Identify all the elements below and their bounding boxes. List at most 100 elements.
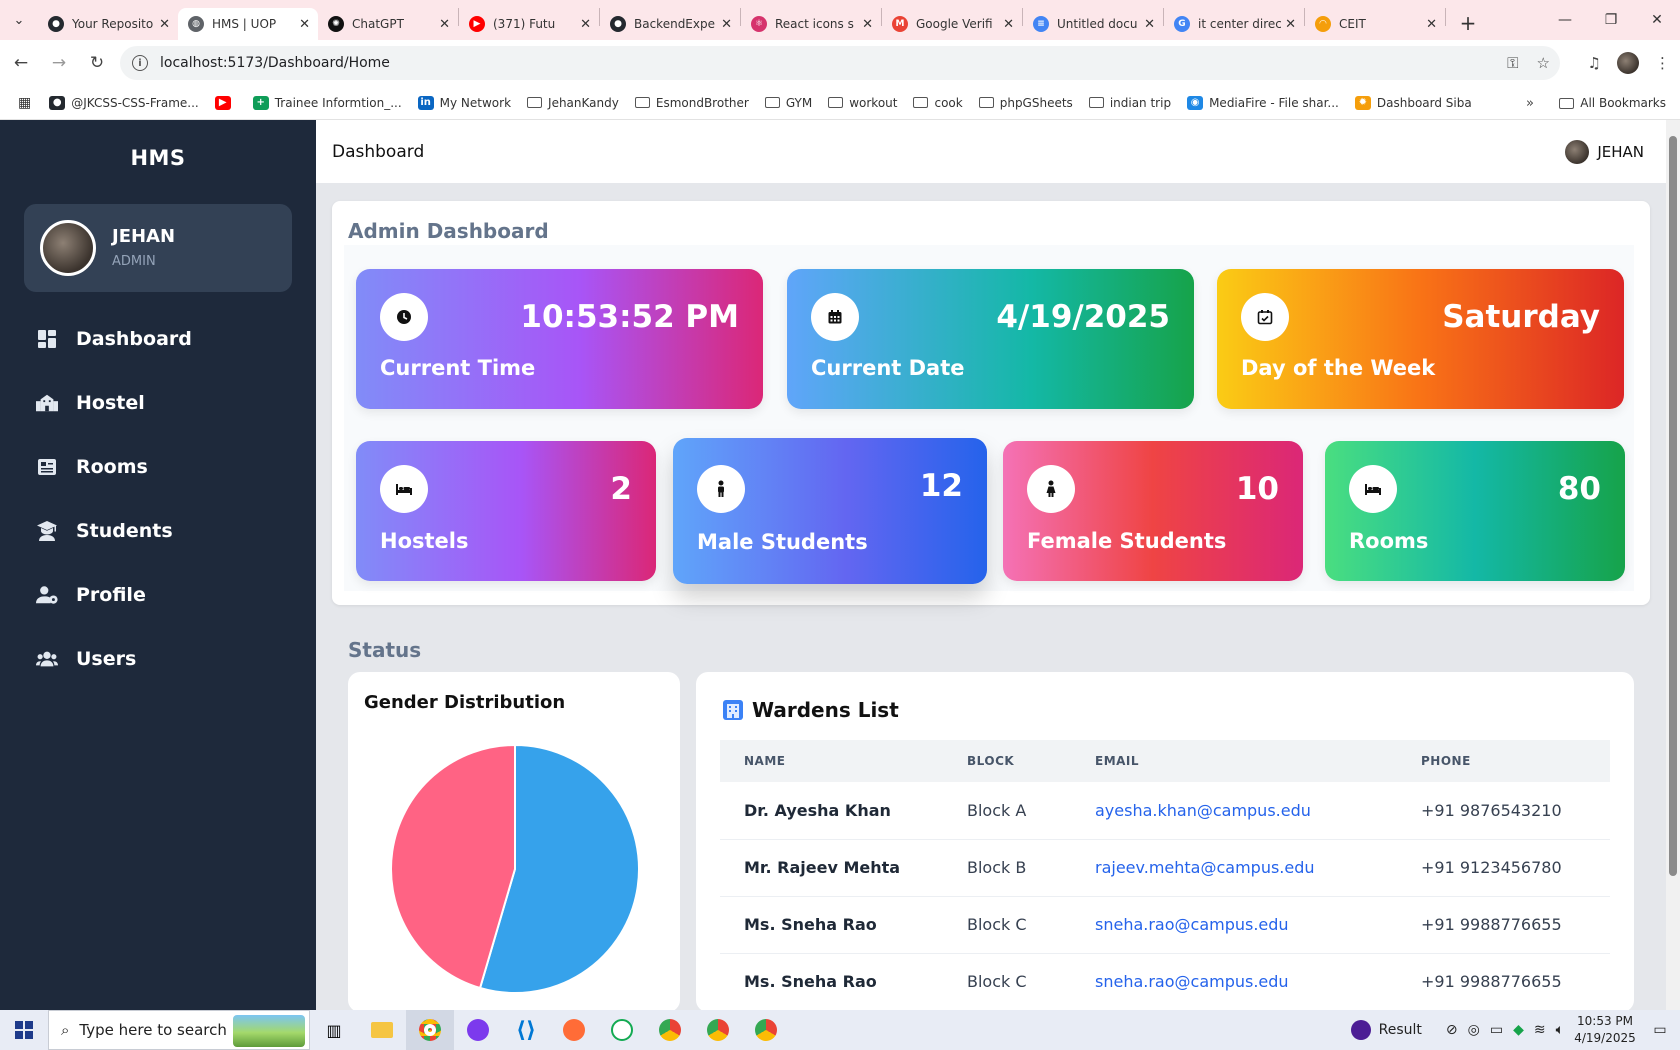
stat-card-male-students[interactable]: 12 Male Students bbox=[673, 438, 987, 584]
close-tab-icon[interactable]: ✕ bbox=[299, 17, 310, 32]
sun-icon: ✹ bbox=[1354, 95, 1371, 110]
user-menu[interactable]: JEHAN bbox=[1565, 140, 1644, 164]
bookmark-item[interactable]: EsmondBrother bbox=[634, 96, 749, 110]
mic-muted-icon[interactable]: ⊘ bbox=[1446, 1022, 1458, 1038]
all-bookmarks-button[interactable]: All Bookmarks bbox=[1559, 86, 1666, 120]
wardens-header: Wardens List bbox=[722, 698, 899, 722]
tab-4[interactable]: ● BackendExpe ✕ bbox=[600, 8, 740, 40]
bookmark-item[interactable]: ● @JKCSS-CSS-Frame... bbox=[49, 95, 199, 110]
shield-icon[interactable]: ◆ bbox=[1513, 1022, 1524, 1038]
tab-5[interactable]: ⚛ React icons s ✕ bbox=[741, 8, 881, 40]
apps-grid-icon[interactable]: ▦ bbox=[18, 95, 31, 111]
close-tab-icon[interactable]: ✕ bbox=[580, 17, 591, 32]
reload-button[interactable]: ↻ bbox=[80, 46, 114, 80]
start-button[interactable] bbox=[0, 1010, 48, 1050]
warden-email-link[interactable]: ayesha.khan@campus.edu bbox=[1071, 782, 1397, 840]
taskbar-clock[interactable]: 10:53 PM 4/19/2025 bbox=[1570, 1013, 1640, 1047]
result-label[interactable]: Result bbox=[1379, 1022, 1422, 1038]
bookmark-item[interactable]: workout bbox=[828, 96, 897, 110]
close-tab-icon[interactable]: ✕ bbox=[721, 17, 732, 32]
media-control-icon[interactable]: ♫ bbox=[1588, 54, 1601, 72]
restore-button[interactable]: ❐ bbox=[1588, 0, 1634, 40]
bookmark-item[interactable]: JehanKandy bbox=[527, 96, 619, 110]
tab-7[interactable]: ≡ Untitled docu ✕ bbox=[1023, 8, 1163, 40]
bookmark-item[interactable]: in My Network bbox=[417, 95, 511, 110]
tab-1[interactable]: ◍ HMS | UOP ✕ bbox=[178, 8, 318, 40]
file-explorer-icon[interactable] bbox=[358, 1010, 406, 1050]
more-bookmarks-icon[interactable]: » bbox=[1526, 96, 1534, 111]
result-widget-icon[interactable] bbox=[1350, 1020, 1371, 1040]
warden-phone: +91 9123456780 bbox=[1397, 839, 1610, 897]
bookmark-label: MediaFire - File shar... bbox=[1209, 95, 1339, 110]
scrollbar-thumb[interactable] bbox=[1669, 136, 1677, 876]
warden-email-link[interactable]: sneha.rao@campus.edu bbox=[1071, 896, 1397, 954]
vscode-icon[interactable]: ⟨⟩ bbox=[502, 1010, 550, 1050]
notification-icon[interactable]: ▭ bbox=[1640, 1022, 1680, 1038]
close-tab-icon[interactable]: ✕ bbox=[1144, 17, 1155, 32]
volume-icon[interactable]: 🔈︎ bbox=[1556, 1022, 1564, 1038]
warden-name: Mr. Rajeev Mehta bbox=[720, 839, 943, 897]
task-view-icon[interactable]: ▥ bbox=[310, 1010, 358, 1050]
close-tab-icon[interactable]: ✕ bbox=[1426, 17, 1437, 32]
tab-2[interactable]: ✺ ChatGPT ✕ bbox=[318, 8, 458, 40]
stat-card-female-students[interactable]: 10 Female Students bbox=[1003, 441, 1303, 581]
sidebar-item-rooms[interactable]: Rooms bbox=[36, 447, 148, 487]
address-bar[interactable]: i localhost:5173/Dashboard/Home ⚿ ☆ bbox=[120, 46, 1560, 80]
bookmark-item[interactable]: phpGSheets bbox=[978, 96, 1073, 110]
minimize-button[interactable]: — bbox=[1542, 0, 1588, 40]
sidebar-item-dashboard[interactable]: Dashboard bbox=[36, 319, 192, 359]
site-info-icon[interactable]: i bbox=[132, 55, 148, 71]
bookmark-label: GYM bbox=[785, 95, 813, 110]
close-tab-icon[interactable]: ✕ bbox=[1003, 17, 1014, 32]
bookmark-item[interactable]: cook bbox=[913, 96, 963, 110]
mongodb-compass-icon[interactable] bbox=[598, 1010, 646, 1050]
close-tab-icon[interactable]: ✕ bbox=[159, 17, 170, 32]
bookmark-item[interactable]: + Trainee Informtion_... bbox=[252, 95, 402, 110]
postman-icon[interactable] bbox=[550, 1010, 598, 1050]
forward-button[interactable]: → bbox=[42, 46, 76, 80]
bookmark-item[interactable]: GYM bbox=[764, 95, 813, 110]
close-window-button[interactable]: ✕ bbox=[1634, 0, 1680, 40]
tab-search-button[interactable]: ⌄ bbox=[0, 0, 38, 40]
wifi-icon[interactable]: ≋ bbox=[1534, 1022, 1546, 1038]
camera-icon[interactable]: ◎ bbox=[1468, 1022, 1480, 1038]
more-menu-icon[interactable]: ⋮ bbox=[1655, 54, 1670, 72]
display-icon[interactable]: ▭ bbox=[1490, 1022, 1503, 1038]
warden-email-link[interactable]: sneha.rao@campus.edu bbox=[1071, 953, 1397, 1011]
stat-card-rooms[interactable]: 80 Rooms bbox=[1325, 441, 1625, 581]
chrome-profile-icon[interactable] bbox=[742, 1010, 790, 1050]
sidebar-item-users[interactable]: Users bbox=[36, 639, 136, 679]
tab-8[interactable]: G it center direc ✕ bbox=[1164, 8, 1304, 40]
bookmark-item[interactable]: ✹ Dashboard Siba bbox=[1354, 95, 1472, 110]
bookmark-star-icon[interactable]: ☆ bbox=[1537, 54, 1550, 72]
bookmark-item[interactable]: ◉ MediaFire - File shar... bbox=[1187, 95, 1339, 110]
male-icon bbox=[697, 465, 745, 513]
bed-icon bbox=[380, 465, 428, 513]
sidebar-item-students[interactable]: Students bbox=[36, 511, 173, 551]
tab-9[interactable]: ◠ CEIT ✕ bbox=[1305, 8, 1445, 40]
close-tab-icon[interactable]: ✕ bbox=[1285, 17, 1296, 32]
warden-email-link[interactable]: rajeev.mehta@campus.edu bbox=[1071, 839, 1397, 897]
password-key-icon[interactable]: ⚿ bbox=[1507, 54, 1518, 72]
chrome-profile-icon[interactable] bbox=[694, 1010, 742, 1050]
tab-3[interactable]: ▶ (371) Futu ✕ bbox=[459, 8, 599, 40]
sidebar-item-profile[interactable]: Profile bbox=[36, 575, 146, 615]
back-button[interactable]: ← bbox=[4, 46, 38, 80]
folder-icon bbox=[913, 97, 929, 108]
bookmark-item[interactable]: indian trip bbox=[1088, 96, 1171, 110]
close-tab-icon[interactable]: ✕ bbox=[862, 17, 873, 32]
stat-card-hostels[interactable]: 2 Hostels bbox=[356, 441, 656, 581]
tab-0[interactable]: ● Your Reposito ✕ bbox=[38, 8, 178, 40]
tab-6[interactable]: M Google Verifi ✕ bbox=[882, 8, 1022, 40]
folder-icon bbox=[978, 97, 994, 108]
chrome-profile-icon[interactable] bbox=[646, 1010, 694, 1050]
bookmark-item[interactable]: ▶ bbox=[214, 95, 237, 110]
chrome-icon[interactable] bbox=[406, 1010, 454, 1050]
github-desktop-icon[interactable] bbox=[454, 1010, 502, 1050]
sidebar-item-hostel[interactable]: Hostel bbox=[36, 383, 145, 423]
profile-avatar[interactable] bbox=[1617, 52, 1639, 74]
new-tab-button[interactable]: + bbox=[1452, 7, 1484, 39]
close-tab-icon[interactable]: ✕ bbox=[439, 17, 450, 32]
taskbar-search[interactable]: ⌕ Type here to search bbox=[48, 1010, 310, 1050]
tab-label: HMS | UOP bbox=[212, 17, 277, 31]
